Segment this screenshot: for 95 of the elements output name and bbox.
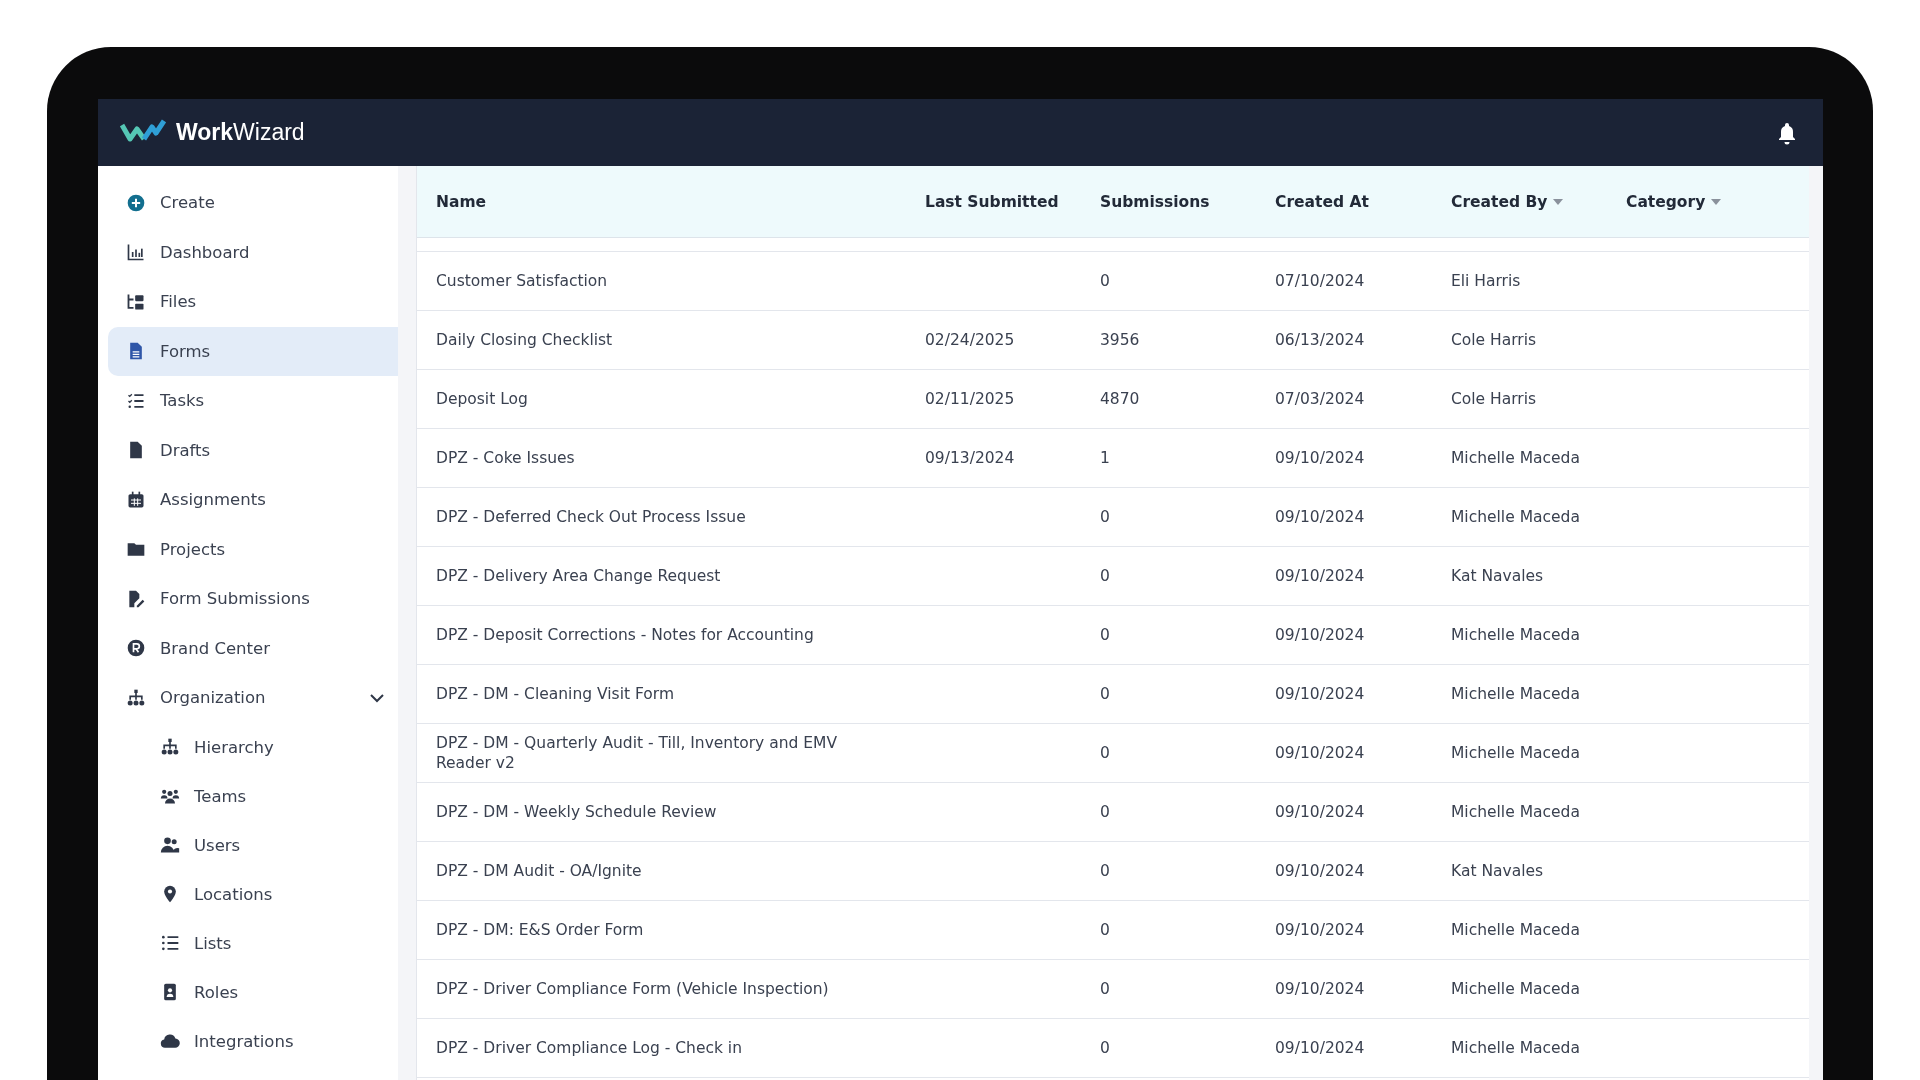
calendar-icon <box>126 489 146 510</box>
table-cell-text: Michelle Maceda <box>1450 683 1581 705</box>
table-cell-text: Michelle Maceda <box>1450 506 1581 528</box>
table-cell-text: 09/10/2024 <box>1274 742 1366 764</box>
table-cell-text: 0 <box>1099 978 1111 1000</box>
table-cell-text: Kat Navales <box>1450 565 1545 587</box>
hierarchy-icon <box>126 687 146 708</box>
sidebar-item[interactable]: Dashboard <box>108 227 398 277</box>
table-cell-text: Michelle Maceda <box>1450 978 1581 1000</box>
table-cell-text: DPZ - Coke Issues <box>435 447 576 469</box>
table-cell-text: 09/10/2024 <box>1274 683 1366 705</box>
table-cell-text: DPZ - DM Audit - OA/Ignite <box>435 860 643 882</box>
sidebar-subitem[interactable]: Roles <box>108 967 398 1017</box>
table-cell-text: 0 <box>1099 919 1111 941</box>
app-logo[interactable]: WorkWizard <box>176 119 305 146</box>
table-cell-text: 02/24/2025 <box>924 329 1016 351</box>
table-cell-text: 0 <box>1099 624 1111 646</box>
table-cell-text: 09/10/2024 <box>1274 860 1366 882</box>
sidebar-subitem[interactable]: Hierarchy <box>108 722 398 772</box>
table-cell-text: 0 <box>1099 683 1111 705</box>
table-cell-text: Michelle Maceda <box>1450 919 1581 941</box>
table-cell-text: Customer Satisfaction <box>435 270 609 292</box>
table-cell-text: DPZ - DM - Quarterly Audit - Till, Inventory and EMV Reader v2 <box>435 732 839 774</box>
sidebar-item[interactable]: Organization <box>108 673 398 723</box>
table-cell-text: 09/10/2024 <box>1274 1037 1366 1059</box>
table-cell-text: Michelle Maceda <box>1450 447 1581 469</box>
table-cell-text: Deposit Log <box>435 388 529 410</box>
table-cell-text: Eli Harris <box>1450 270 1522 292</box>
column-header[interactable]: Name <box>417 192 906 211</box>
table-cell-text: Michelle Maceda <box>1450 801 1581 823</box>
column-header[interactable]: Last Submitted <box>906 192 1081 211</box>
table-cell-text: DPZ - DM - Weekly Schedule Review <box>435 801 718 823</box>
sidebar-item[interactable]: Files <box>108 277 398 327</box>
table-cell-text: 02/11/2025 <box>924 388 1016 410</box>
table-cell-text: 09/10/2024 <box>1274 447 1366 469</box>
caret-icon <box>1711 198 1722 205</box>
table-cell-text: Kat Navales <box>1450 860 1545 882</box>
table-cell-text: 4870 <box>1099 388 1141 410</box>
table-cell-text: 3956 <box>1099 329 1141 351</box>
table-cell-text: Michelle Maceda <box>1450 624 1581 646</box>
sidebar-item[interactable]: Drafts <box>108 425 398 475</box>
caret-icon <box>1553 198 1564 205</box>
table-cell-text: 1 <box>1099 447 1111 469</box>
sidebar-item[interactable]: Assignments <box>108 475 398 525</box>
table-cell-text: 0 <box>1099 565 1111 587</box>
table-cell-text: 09/10/2024 <box>1274 978 1366 1000</box>
table-cell-text: Cole Harris <box>1450 329 1538 351</box>
table-cell-text: 09/10/2024 <box>1274 801 1366 823</box>
sidebar-subitem[interactable]: Lists <box>108 918 398 968</box>
sidebar-item[interactable]: Tasks <box>108 376 398 426</box>
table-cell-text: 0 <box>1099 860 1111 882</box>
table-cell-text: 0 <box>1099 742 1111 764</box>
sidebar-item[interactable]: Brand Center <box>108 623 398 673</box>
table-cell-text: DPZ - Delivery Area Change Request <box>435 565 722 587</box>
sidebar-subitem[interactable]: Users <box>108 820 398 870</box>
sidebar-item[interactable]: Forms <box>108 326 398 376</box>
table-cell-text: 09/10/2024 <box>1274 919 1366 941</box>
file-pen-icon <box>126 588 146 609</box>
users-icon <box>160 835 180 855</box>
sidebar-subitem[interactable]: Locations <box>108 869 398 919</box>
registered-icon <box>126 638 146 659</box>
sidebar-subitem[interactable]: Teams <box>108 771 398 821</box>
list-icon <box>160 933 180 953</box>
plus-circle-icon <box>126 192 146 213</box>
table-cell-text: DPZ - DM: E&S Order Form <box>435 919 645 941</box>
table-cell-text: 09/10/2024 <box>1274 565 1366 587</box>
table-cell-text: Michelle Maceda <box>1450 1037 1581 1059</box>
sidebar-subitem[interactable]: Integrations <box>108 1016 398 1066</box>
table-cell-text: Daily Closing Checklist <box>435 329 614 351</box>
table-cell-text: DPZ - Driver Compliance Form (Vehicle Inspection) <box>435 978 830 1000</box>
table-cell-text: 0 <box>1099 1037 1111 1059</box>
table-cell-text: Cole Harris <box>1450 388 1538 410</box>
bar-chart-icon <box>126 242 146 263</box>
table-cell-text: 07/10/2024 <box>1274 270 1366 292</box>
column-header[interactable]: Submissions <box>1081 192 1256 211</box>
sidebar-item[interactable]: Form Submissions <box>108 574 398 624</box>
table-cell-text: 07/03/2024 <box>1274 388 1366 410</box>
sidebar-item[interactable]: Projects <box>108 524 398 574</box>
table-cell-text: 06/13/2024 <box>1274 329 1366 351</box>
sidebar-item[interactable]: Create <box>108 178 398 228</box>
column-header[interactable]: Created At <box>1256 192 1432 211</box>
table-cell-text: 09/10/2024 <box>1274 506 1366 528</box>
table-cell-text: DPZ - Deposit Corrections - Notes for Accounting <box>435 624 815 646</box>
table-cell-text: 0 <box>1099 801 1111 823</box>
table-cell-text: Michelle Maceda <box>1450 742 1581 764</box>
table-cell-text: 09/10/2024 <box>1274 624 1366 646</box>
hierarchy-icon <box>160 737 180 757</box>
column-header[interactable]: Created By <box>1432 192 1607 211</box>
table-cell-text: 0 <box>1099 270 1111 292</box>
table-cell-text: DPZ - Deferred Check Out Process Issue <box>435 506 747 528</box>
table-cell-text: DPZ - Driver Compliance Log - Check in <box>435 1037 743 1059</box>
column-header[interactable]: Category <box>1607 192 1809 211</box>
table-cell-text: 0 <box>1099 506 1111 528</box>
table-cell-text: 09/13/2024 <box>924 447 1016 469</box>
table-cell-text: DPZ - DM - Cleaning Visit Form <box>435 683 675 705</box>
